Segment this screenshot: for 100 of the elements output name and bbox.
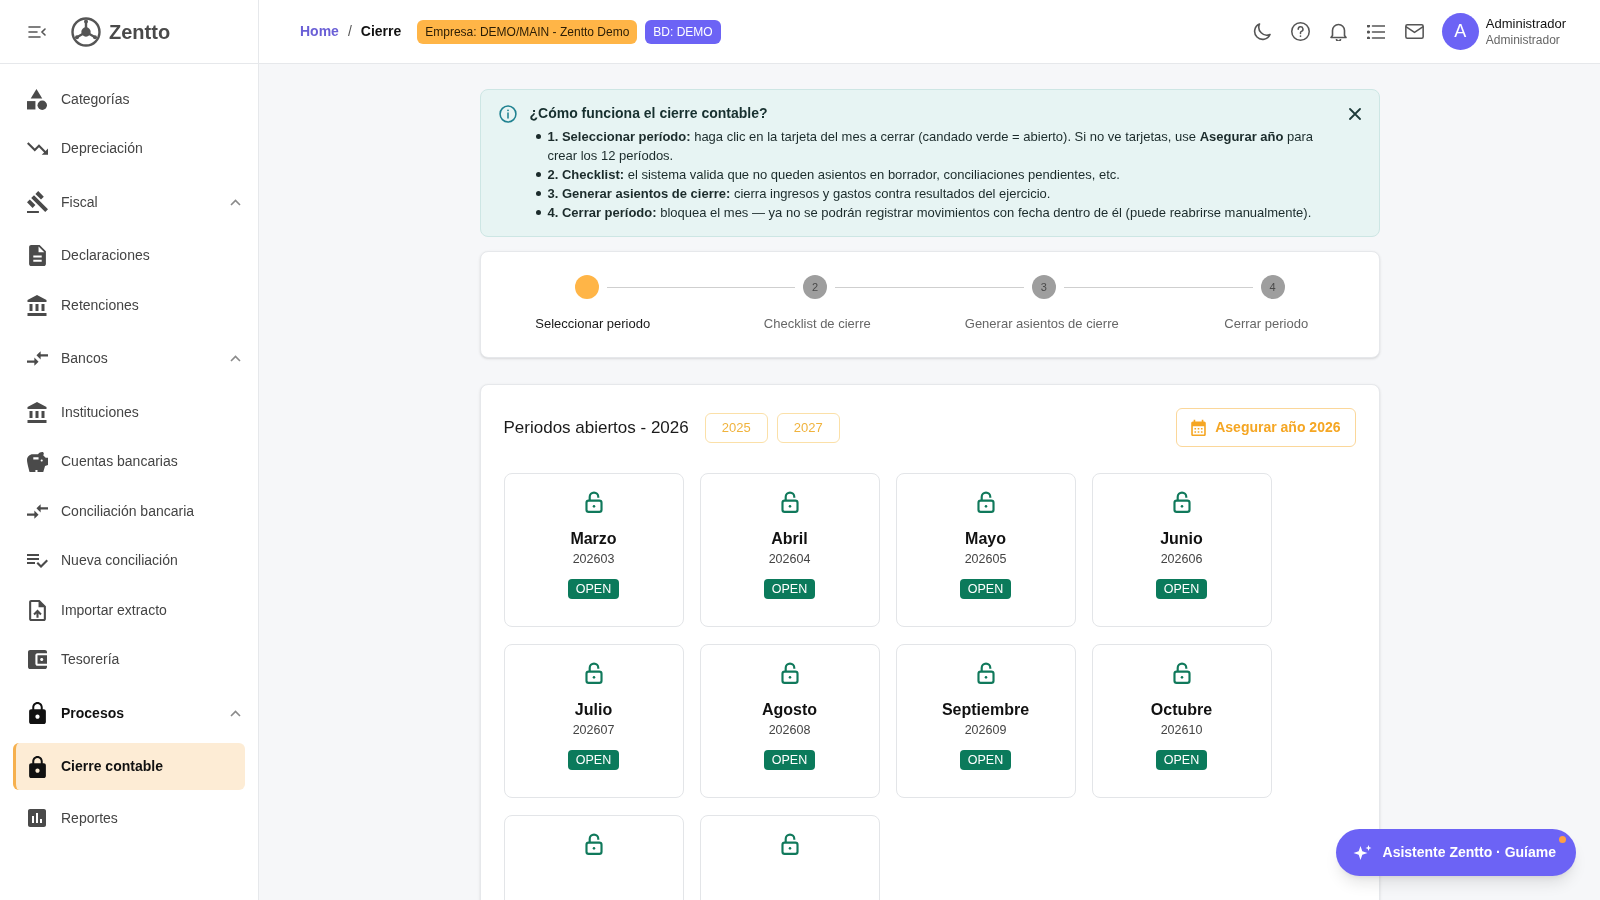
sidebar-item[interactable]: Tesorería: [13, 636, 245, 683]
context-badge: BD: DEMO: [645, 19, 721, 44]
breadcrumb-link[interactable]: Home: [300, 21, 339, 42]
piggy-bank-icon: [26, 451, 48, 472]
assistant-button[interactable]: Asistente Zentto · Guíame: [1335, 829, 1576, 876]
sidebar-item[interactable]: Retenciones: [13, 281, 245, 329]
month-name: Mayo: [965, 529, 1006, 549]
bell-icon[interactable]: [1329, 22, 1347, 41]
user-avatar[interactable]: A: [1441, 13, 1479, 50]
status-badge: OPEN: [567, 750, 620, 770]
sidebar-item[interactable]: Conciliación bancaria: [13, 487, 245, 535]
period-card[interactable]: Mayo 202605 OPEN: [895, 473, 1076, 627]
sparkle-icon: [1352, 843, 1372, 862]
info-step-text: 4. Cerrar período: bloquea el mes — ya no se podrán registrar movimientos con fecha dentro de él (puede reabrirse manualmente).: [547, 204, 1312, 222]
chevron-up-icon[interactable]: [230, 709, 241, 717]
status-badge: OPEN: [959, 750, 1012, 770]
status-badge: OPEN: [763, 750, 816, 770]
close-icon[interactable]: [1348, 108, 1361, 120]
sidebar-item[interactable]: Depreciación: [13, 125, 245, 172]
step-label: Checklist de cierre: [763, 315, 871, 333]
period-code: 202610: [1160, 722, 1203, 738]
period-card[interactable]: Marzo 202603 OPEN: [503, 473, 684, 627]
status-badge: OPEN: [959, 579, 1012, 599]
sidebar-item[interactable]: Nueva conciliación: [13, 537, 245, 584]
month-name: Octubre: [1150, 700, 1213, 720]
user-role: Administrador: [1485, 31, 1561, 49]
bar-chart-icon: [28, 809, 46, 827]
file-upload-icon: [28, 599, 46, 621]
sidebar-item[interactable]: Categorías: [13, 75, 245, 123]
step-label: Generar asientos de cierre: [964, 315, 1119, 333]
info-step-text: 3. Generar asientos de cierre: cierra ingresos y gastos contra resultados del ejercicio.: [547, 185, 1051, 203]
step-number: 3: [1031, 275, 1056, 299]
trending-down-icon: [26, 142, 48, 155]
sidebar-item[interactable]: Cuentas bancarias: [13, 438, 245, 485]
menu-icon[interactable]: [28, 25, 46, 38]
chevron-up-icon[interactable]: [230, 198, 241, 206]
swap-arrows-icon: [26, 351, 48, 366]
month-name: Julio: [574, 700, 613, 720]
document-icon: [28, 245, 46, 266]
chevron-up-icon[interactable]: [230, 355, 241, 362]
mail-icon[interactable]: [1404, 24, 1424, 39]
breadcrumb-separator: /: [347, 22, 352, 41]
sidebar-group[interactable]: Fiscal: [13, 178, 245, 226]
bullet-icon: [535, 210, 541, 215]
list-icon[interactable]: [1366, 24, 1385, 39]
period-code: 202606: [1160, 551, 1203, 567]
bank-icon: [27, 294, 47, 316]
status-badge: OPEN: [763, 579, 816, 599]
period-code: 202607: [572, 722, 615, 738]
gavel-icon: [26, 191, 48, 213]
checklist-icon: [26, 553, 48, 568]
info-step-text: 2. Checklist: el sistema valida que no queden asientos en borrador, conciliaciones pendientes, etc.: [547, 166, 1120, 184]
user-name: Administrador: [1485, 14, 1566, 32]
month-name: Abril: [771, 529, 808, 549]
period-code: 202605: [964, 551, 1007, 567]
info-title: ¿Cómo funciona el cierre contable?: [529, 104, 769, 123]
sidebar-group[interactable]: Procesos: [13, 689, 245, 737]
status-badge: OPEN: [1155, 579, 1208, 599]
swap-arrows-icon: [26, 503, 48, 519]
period-card[interactable]: Abril 202604 OPEN: [699, 473, 880, 627]
period-code: 202604: [768, 551, 811, 567]
wallet-icon: [27, 650, 47, 669]
month-name: Agosto: [761, 700, 818, 720]
breadcrumb-current: Cierre: [360, 22, 402, 41]
bank-icon: [27, 401, 47, 423]
period-card[interactable]: Octubre 202610 OPEN: [1091, 644, 1272, 798]
month-name: Septiembre: [941, 700, 1030, 720]
period-card[interactable]: Junio 202606 OPEN: [1091, 473, 1272, 627]
info-icon: [498, 105, 517, 123]
lock-icon: [28, 702, 46, 724]
sidebar-item[interactable]: Cierre contable: [13, 743, 245, 790]
calendar-icon: [1191, 419, 1207, 436]
context-badge: Empresa: DEMO/MAIN - Zentto Demo: [417, 19, 638, 44]
section-title: Periodos abiertos - 2026: [503, 416, 689, 439]
bullet-icon: [535, 134, 541, 139]
sidebar-item[interactable]: Declaraciones: [13, 232, 245, 279]
period-code: 202609: [964, 722, 1007, 738]
step-number: 4: [1260, 275, 1285, 299]
period-card[interactable]: Septiembre 202609 OPEN: [895, 644, 1076, 798]
period-code: 202608: [768, 722, 811, 738]
period-card[interactable]: Julio 202607 OPEN: [503, 644, 684, 798]
sidebar-item[interactable]: Instituciones: [13, 388, 245, 436]
month-name: Junio: [1160, 529, 1203, 549]
sidebar-group[interactable]: Bancos: [13, 335, 245, 382]
category-shapes-icon: [27, 88, 47, 110]
info-step-text: 1. Seleccionar período: haga clic en la tarjeta del mes a cerrar (candado verde = abierto). Si no ve tarjetas, use Asegurar año para crear los 12 períodos.: [547, 128, 1315, 165]
step-label: Seleccionar periodo: [535, 315, 651, 333]
step-number: 2: [803, 275, 828, 299]
lock-icon: [28, 755, 46, 778]
help-icon[interactable]: [1290, 22, 1310, 41]
sidebar-item[interactable]: Importar extracto: [13, 586, 245, 634]
period-card[interactable]: Agosto 202608 OPEN: [699, 644, 880, 798]
status-badge: OPEN: [1155, 750, 1208, 770]
bullet-icon: [535, 172, 541, 177]
brand-name: Zentto: [109, 19, 171, 45]
sidebar-item[interactable]: Reportes: [13, 794, 245, 842]
moon-icon[interactable]: [1252, 22, 1271, 41]
step-label: Cerrar periodo: [1224, 315, 1309, 333]
status-badge: OPEN: [567, 579, 620, 599]
logo-icon[interactable]: [71, 16, 101, 47]
